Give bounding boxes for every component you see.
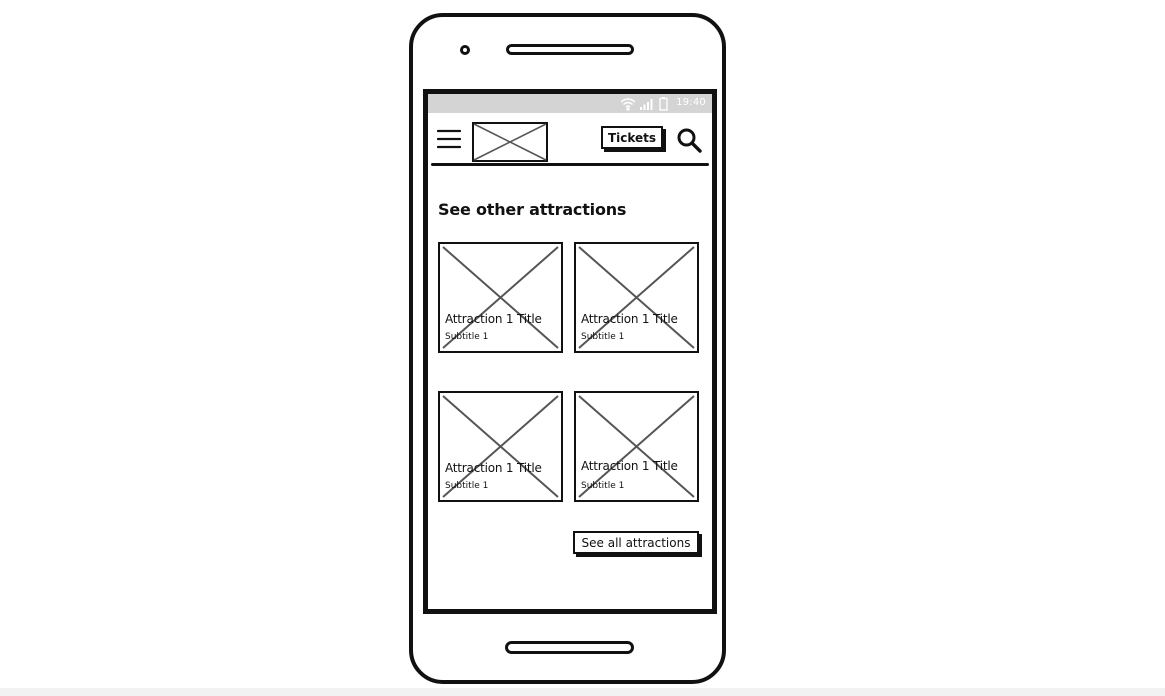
attraction-card[interactable]: Attraction 1 Title Subtitle 1 xyxy=(574,391,699,502)
search-icon[interactable] xyxy=(676,127,702,153)
logo-placeholder[interactable] xyxy=(472,122,548,162)
floor-shadow xyxy=(0,688,1165,696)
card-subtitle: Subtitle 1 xyxy=(445,481,489,491)
home-button[interactable] xyxy=(505,641,634,654)
attraction-card[interactable]: Attraction 1 Title Subtitle 1 xyxy=(574,242,699,353)
phone-screen: 19:40 Tickets See other attractions Attr… xyxy=(423,89,717,614)
card-title: Attraction 1 Title xyxy=(445,461,542,475)
attraction-card[interactable]: Attraction 1 Title Subtitle 1 xyxy=(438,242,563,353)
section-title: See other attractions xyxy=(438,200,627,219)
app-header: Tickets xyxy=(428,113,712,165)
card-subtitle: Subtitle 1 xyxy=(581,481,625,491)
card-title: Attraction 1 Title xyxy=(581,312,678,326)
status-time: 19:40 xyxy=(676,97,706,108)
status-bar: 19:40 xyxy=(428,94,712,113)
attraction-card[interactable]: Attraction 1 Title Subtitle 1 xyxy=(438,391,563,502)
header-divider xyxy=(431,163,709,166)
hamburger-menu-icon[interactable] xyxy=(437,128,461,150)
status-icons xyxy=(620,97,668,111)
wifi-icon xyxy=(620,98,636,111)
card-title: Attraction 1 Title xyxy=(445,312,542,326)
battery-icon xyxy=(659,97,668,111)
signal-icon xyxy=(640,99,653,110)
card-subtitle: Subtitle 1 xyxy=(445,332,489,342)
see-all-attractions-button[interactable]: See all attractions xyxy=(573,531,699,554)
canvas: 19:40 Tickets See other attractions Attr… xyxy=(0,0,1165,696)
tickets-button[interactable]: Tickets xyxy=(601,126,663,149)
card-subtitle: Subtitle 1 xyxy=(581,332,625,342)
earpiece-speaker xyxy=(506,44,634,55)
card-title: Attraction 1 Title xyxy=(581,459,678,473)
front-camera xyxy=(460,45,470,55)
